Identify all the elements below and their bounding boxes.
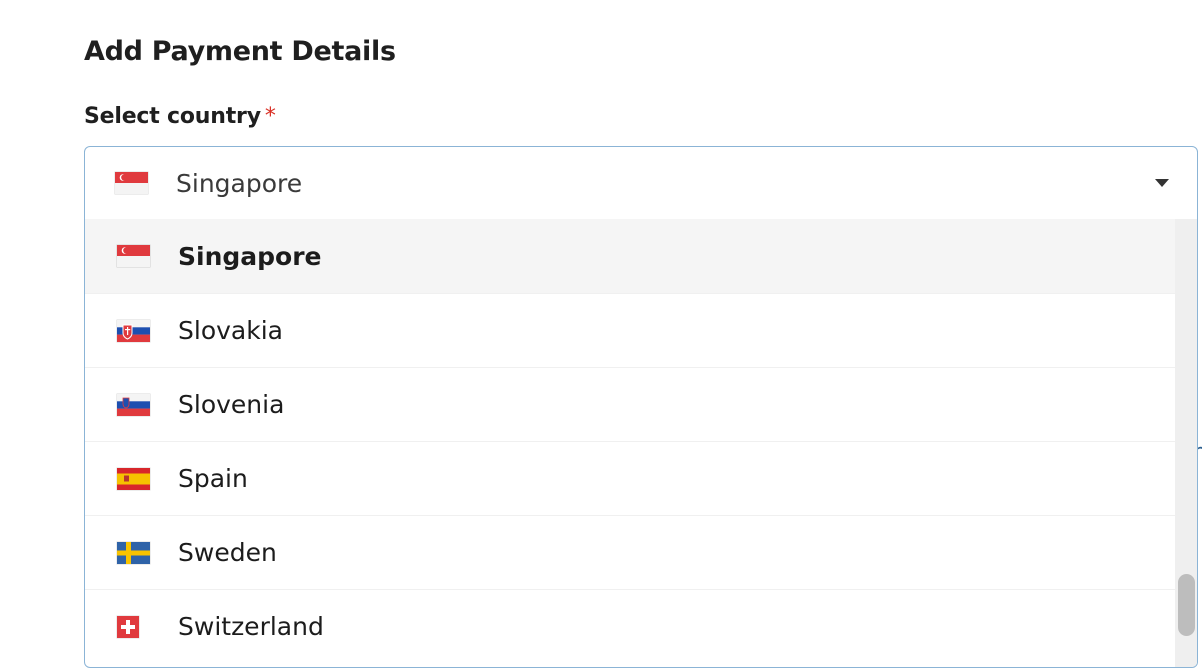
option-label: Slovakia xyxy=(178,316,283,345)
option-label: Switzerland xyxy=(178,612,324,641)
country-option-slovenia[interactable]: Slovenia xyxy=(85,367,1175,441)
payment-details-page: Add Payment Details Select country* n Si… xyxy=(0,0,1202,670)
country-select[interactable]: Singapore Singapore Slovakia Slovenia Sp… xyxy=(84,146,1198,668)
flag-switzerland-icon xyxy=(117,615,139,638)
page-title: Add Payment Details xyxy=(84,36,396,67)
option-label: Sweden xyxy=(178,538,277,567)
country-option-singapore[interactable]: Singapore xyxy=(85,219,1175,293)
flag-singapore-icon xyxy=(117,245,150,267)
flag-spain-icon xyxy=(117,467,150,490)
country-option-sweden[interactable]: Sweden xyxy=(85,515,1175,589)
country-option-spain[interactable]: Spain xyxy=(85,441,1175,515)
required-marker: * xyxy=(264,104,276,129)
option-label: Slovenia xyxy=(178,390,285,419)
selected-country-value: Singapore xyxy=(176,168,303,198)
option-label: Singapore xyxy=(178,241,322,271)
flag-slovenia-icon xyxy=(117,393,150,416)
scrollbar-thumb[interactable] xyxy=(1178,574,1195,636)
flag-sweden-icon xyxy=(117,541,150,564)
chevron-down-icon[interactable] xyxy=(1155,179,1169,187)
flag-singapore-icon xyxy=(115,172,148,194)
country-option-switzerland[interactable]: Switzerland xyxy=(85,589,1175,663)
option-label: Spain xyxy=(178,464,248,493)
country-label-text: Select country xyxy=(84,104,261,129)
country-option-slovakia[interactable]: Slovakia xyxy=(85,293,1175,367)
flag-slovakia-icon xyxy=(117,319,150,342)
scrollbar-track[interactable] xyxy=(1175,219,1197,667)
country-options-menu: Singapore Slovakia Slovenia Spain Sweden… xyxy=(85,219,1197,667)
country-select-control[interactable]: Singapore xyxy=(85,147,1197,219)
country-label: Select country * xyxy=(84,104,276,129)
